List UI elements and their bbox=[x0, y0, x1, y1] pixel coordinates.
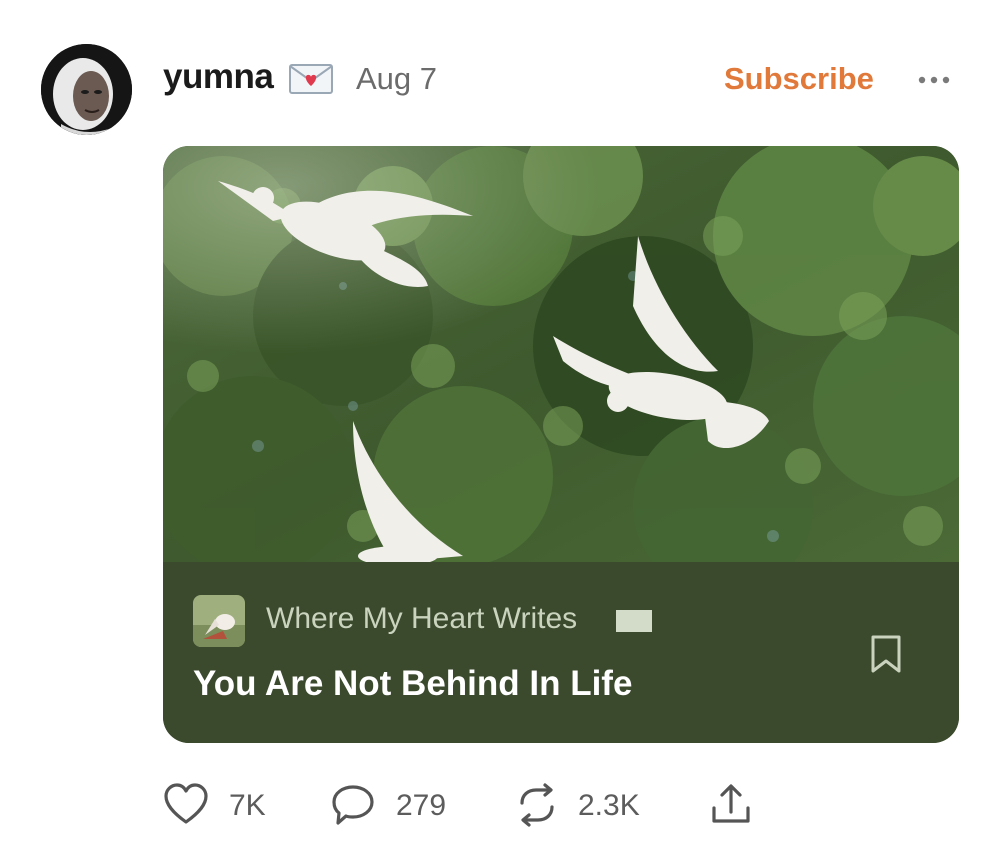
post-date: Aug 7 bbox=[356, 61, 438, 96]
love-letter-icon bbox=[289, 64, 333, 94]
restack-count: 2.3K bbox=[578, 789, 640, 822]
doves-photo bbox=[163, 146, 959, 562]
comment-button[interactable]: 279 bbox=[330, 782, 460, 828]
publication-badge bbox=[616, 610, 652, 632]
bookmark-icon[interactable] bbox=[869, 634, 903, 674]
avatar[interactable] bbox=[41, 44, 132, 135]
share-button[interactable] bbox=[708, 782, 754, 828]
share-icon bbox=[712, 784, 750, 823]
card-footer: Where My Heart Writes You Are Not Behind… bbox=[163, 562, 959, 743]
comment-icon bbox=[332, 785, 374, 825]
heart-icon bbox=[164, 783, 208, 824]
restack-button[interactable]: 2.3K bbox=[514, 782, 664, 828]
like-button[interactable]: 7K bbox=[163, 782, 273, 828]
publication-logo[interactable] bbox=[193, 595, 245, 647]
subscribe-button[interactable]: Subscribe bbox=[724, 61, 874, 97]
publication-name[interactable]: Where My Heart Writes bbox=[266, 602, 577, 636]
like-count: 7K bbox=[229, 789, 266, 822]
post-title[interactable]: You Are Not Behind In Life bbox=[193, 664, 632, 704]
comment-count: 279 bbox=[396, 789, 447, 822]
author-name[interactable]: yumna bbox=[163, 57, 274, 97]
more-horizontal-icon[interactable] bbox=[917, 75, 951, 85]
restack-icon bbox=[520, 783, 554, 827]
post-card[interactable]: Where My Heart Writes You Are Not Behind… bbox=[163, 146, 959, 743]
